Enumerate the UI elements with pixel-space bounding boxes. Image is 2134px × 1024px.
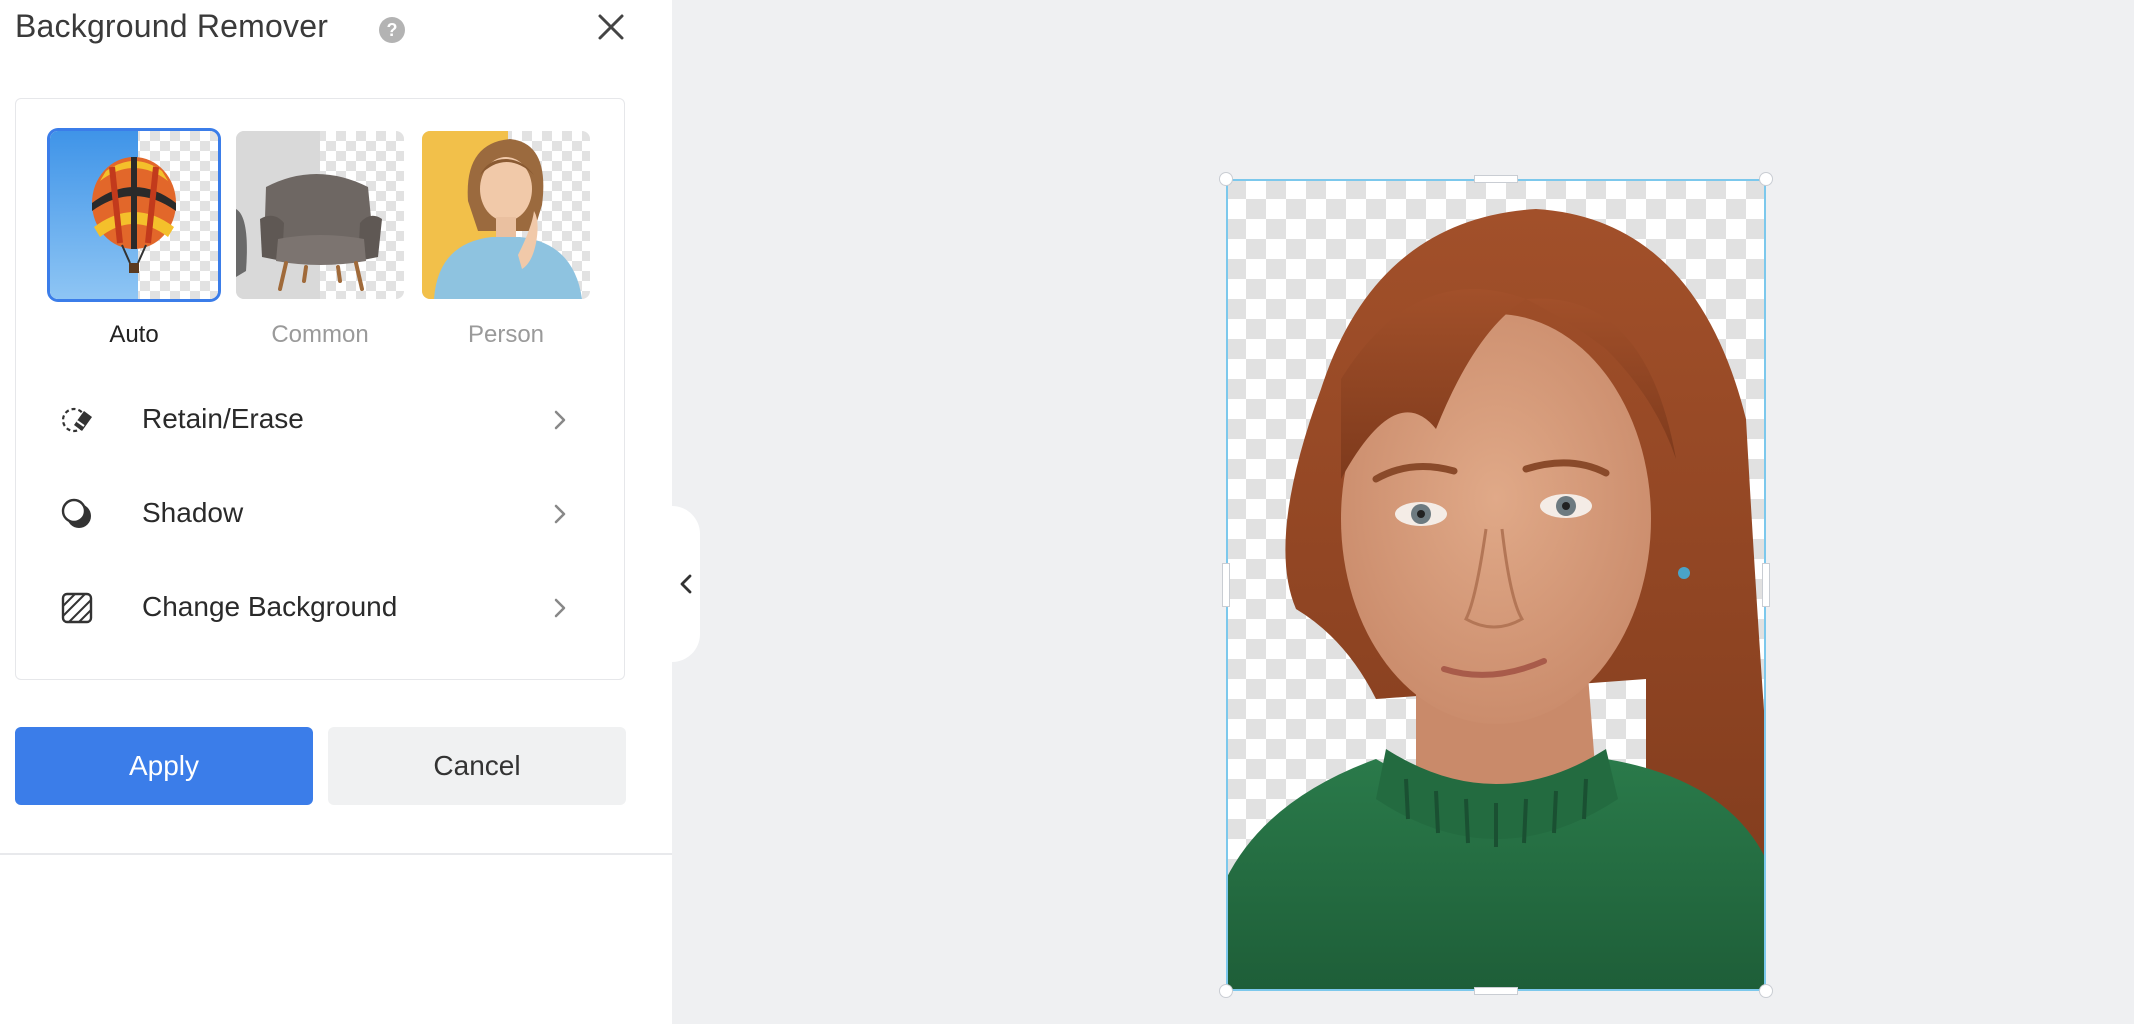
editor-canvas [700, 0, 2134, 1024]
resize-handle-bottom-left[interactable] [1219, 984, 1233, 998]
resize-handle-bottom[interactable] [1474, 987, 1518, 995]
hatched-square-icon [61, 592, 93, 624]
mode-common-label[interactable]: Common [236, 321, 404, 349]
mode-person-thumbnail[interactable] [422, 131, 590, 299]
armchair-image [236, 131, 404, 299]
change-background-row[interactable]: Change Background [46, 577, 586, 637]
panel-title: Background Remover [15, 8, 329, 44]
image-selection[interactable] [1219, 172, 1773, 998]
chevron-right-icon [554, 598, 566, 618]
resize-handle-bottom-right[interactable] [1759, 984, 1773, 998]
shadow-row[interactable]: Shadow [46, 483, 586, 543]
mode-auto-label[interactable]: Auto [50, 321, 218, 349]
panel-divider [0, 853, 672, 855]
portrait-photo [1226, 179, 1766, 991]
close-icon[interactable] [592, 8, 630, 46]
change-background-label: Change Background [142, 591, 398, 622]
resize-handle-top[interactable] [1474, 175, 1518, 183]
cancel-button[interactable]: Cancel [328, 727, 626, 805]
mode-common-thumbnail[interactable] [236, 131, 404, 299]
resize-handle-right[interactable] [1762, 563, 1770, 607]
resize-handle-left[interactable] [1222, 563, 1230, 607]
mode-person-label[interactable]: Person [422, 321, 590, 349]
apply-button[interactable]: Apply [15, 727, 313, 805]
question-circle-icon[interactable]: ? [378, 16, 406, 44]
shadow-icon [61, 498, 91, 528]
collapse-panel-button[interactable] [672, 506, 700, 662]
chevron-right-icon [554, 410, 566, 430]
resize-handle-top-left[interactable] [1219, 172, 1233, 186]
resize-handle-top-right[interactable] [1759, 172, 1773, 186]
background-remover-panel: Background Remover ? Auto Common Person … [0, 0, 672, 1024]
retain-erase-row[interactable]: Retain/Erase [46, 389, 586, 449]
retain-erase-label: Retain/Erase [142, 403, 304, 434]
chevron-left-icon [680, 574, 692, 594]
svg-text:?: ? [387, 20, 398, 40]
shadow-label: Shadow [142, 497, 244, 528]
chevron-right-icon [554, 504, 566, 524]
hot-air-balloon-image [50, 131, 218, 299]
person-image [422, 131, 590, 299]
mode-auto-thumbnail[interactable] [50, 131, 218, 299]
eraser-icon [61, 407, 92, 433]
options-card: Auto Common Person Retain/Erase Shadow C… [15, 98, 625, 680]
